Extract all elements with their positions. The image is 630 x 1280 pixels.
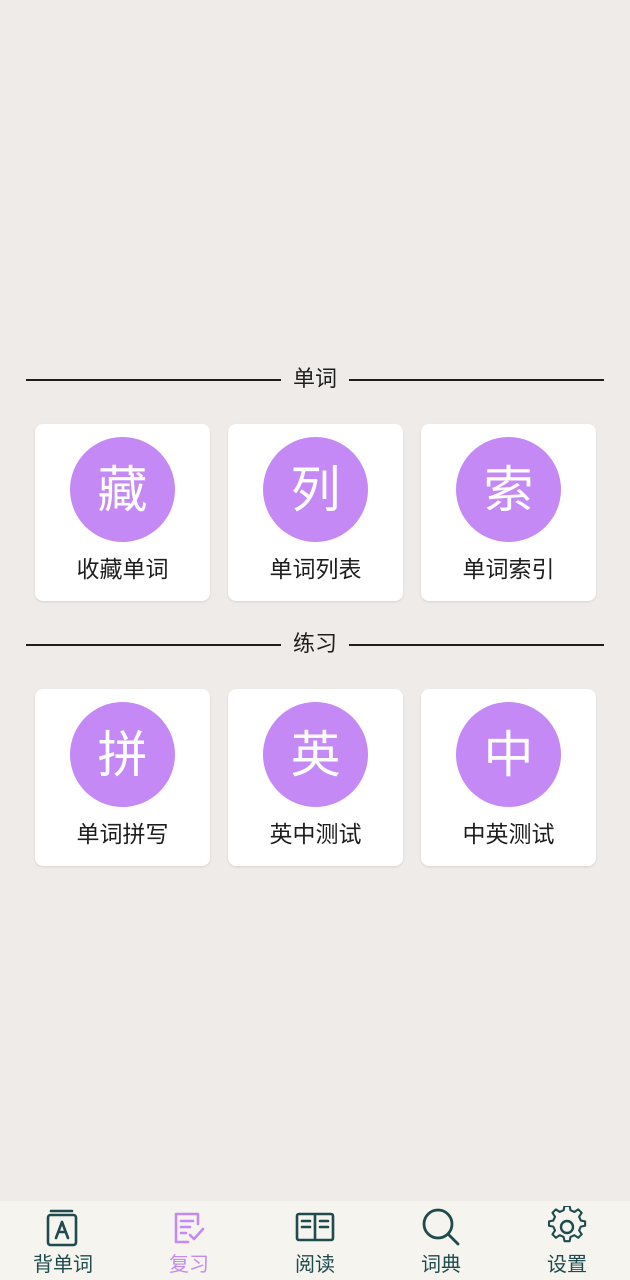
- card-label: 英中测试: [269, 822, 362, 848]
- spelling-glyph-icon: 拼: [70, 702, 175, 807]
- nav-item-reading[interactable]: 阅读: [252, 1201, 378, 1280]
- divider-line: [349, 644, 605, 646]
- zh-en-test-card[interactable]: 中 中英测试: [421, 689, 596, 866]
- open-book-icon: [294, 1206, 336, 1248]
- bottom-navigation: 背单词 复习 阅读 词典 设置: [0, 1201, 630, 1280]
- section-title: 单词: [293, 367, 338, 392]
- nav-label: 复习: [169, 1252, 209, 1276]
- nav-item-settings[interactable]: 设置: [504, 1201, 630, 1280]
- section-title: 练习: [293, 632, 338, 657]
- nav-label: 背单词: [33, 1252, 93, 1276]
- english-glyph-icon: 英: [263, 702, 368, 807]
- word-list-card[interactable]: 列 单词列表: [228, 424, 403, 601]
- flashcard-book-icon: [42, 1206, 84, 1248]
- nav-label: 设置: [547, 1252, 587, 1276]
- nav-item-review[interactable]: 复习: [126, 1201, 252, 1280]
- nav-label: 阅读: [295, 1252, 335, 1276]
- practice-grid: 拼 单词拼写 英 英中测试 中 中英测试: [35, 689, 596, 866]
- words-grid: 藏 收藏单词 列 单词列表 索 单词索引: [35, 424, 596, 601]
- review-document-icon: [168, 1206, 210, 1248]
- word-spelling-card[interactable]: 拼 单词拼写: [35, 689, 210, 866]
- en-zh-test-card[interactable]: 英 英中测试: [228, 689, 403, 866]
- card-label: 单词索引: [462, 557, 555, 583]
- divider-line: [349, 379, 605, 381]
- list-glyph-icon: 列: [263, 437, 368, 542]
- word-index-card[interactable]: 索 单词索引: [421, 424, 596, 601]
- nav-item-memorize[interactable]: 背单词: [0, 1201, 126, 1280]
- gear-icon: [546, 1206, 588, 1248]
- card-label: 中英测试: [462, 822, 555, 848]
- section-header-words: 单词: [26, 365, 605, 395]
- nav-label: 词典: [421, 1252, 461, 1276]
- nav-item-dictionary[interactable]: 词典: [378, 1201, 504, 1280]
- divider-line: [26, 644, 281, 646]
- index-glyph-icon: 索: [456, 437, 561, 542]
- card-label: 单词列表: [269, 557, 362, 583]
- favorite-glyph-icon: 藏: [70, 437, 175, 542]
- chinese-glyph-icon: 中: [456, 702, 561, 807]
- section-header-practice: 练习: [26, 630, 605, 660]
- search-icon: [420, 1206, 462, 1248]
- favorite-words-card[interactable]: 藏 收藏单词: [35, 424, 210, 601]
- divider-line: [26, 379, 281, 381]
- card-label: 收藏单词: [76, 557, 169, 583]
- card-label: 单词拼写: [76, 822, 169, 848]
